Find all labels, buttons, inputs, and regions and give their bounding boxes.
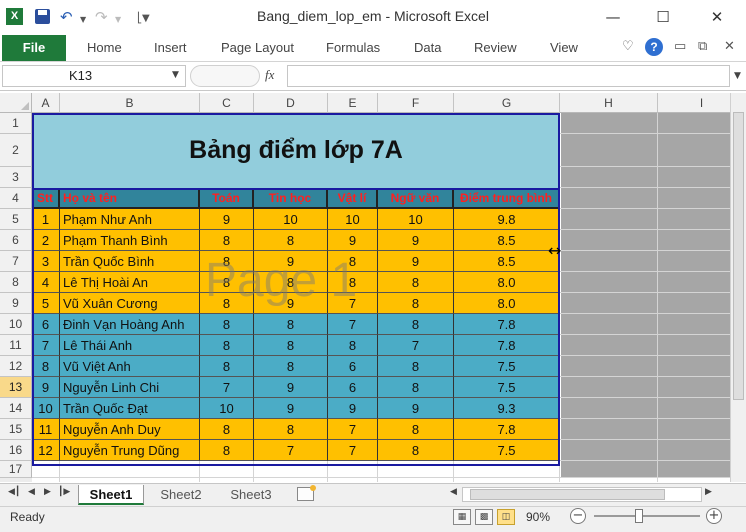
row-header-15[interactable]: 15 (0, 419, 32, 440)
row-header-7[interactable]: 7 (0, 251, 32, 272)
row-header-8[interactable]: 8 (0, 272, 32, 293)
zoom-slider-track[interactable] (594, 515, 700, 517)
tab-data[interactable]: Data (414, 40, 441, 55)
row-header-11[interactable]: 11 (0, 335, 32, 356)
column-header-g[interactable]: G (454, 93, 560, 113)
formula-input[interactable] (287, 65, 730, 87)
name-box[interactable]: K13 (2, 65, 186, 87)
tab-view[interactable]: View (550, 40, 578, 55)
page-layout-view-button[interactable]: ▩ (475, 509, 493, 525)
collapse-ribbon-icon[interactable]: ♡ (622, 39, 634, 54)
page-break-preview-button[interactable]: ◫ (497, 509, 515, 525)
sheet-tab-sheet3[interactable]: Sheet3 (220, 485, 282, 505)
last-sheet-icon[interactable]: ┃▶ (58, 487, 70, 497)
zoom-in-button[interactable]: + (706, 508, 722, 524)
column-header-f[interactable]: F (378, 93, 454, 113)
row-header-10[interactable]: 10 (0, 314, 32, 335)
formula-controls (190, 65, 260, 87)
workbook-restore-icon[interactable]: ⧉ (698, 39, 707, 54)
first-sheet-icon[interactable]: ◀┃ (8, 487, 20, 497)
name-box-dropdown-icon[interactable]: ▼ (172, 70, 179, 80)
row-header-6[interactable]: 6 (0, 230, 32, 251)
row-header-12[interactable]: 12 (0, 356, 32, 377)
row-header-1[interactable]: 1 (0, 113, 32, 134)
outside-print-area (561, 113, 746, 478)
scroll-left-icon[interactable]: ◀ (450, 487, 457, 497)
horizontal-scroll-thumb[interactable] (470, 489, 665, 500)
row-header-16[interactable]: 16 (0, 440, 32, 461)
row-header-13[interactable]: 13 (0, 377, 32, 398)
maximize-icon[interactable]: ☐ (646, 6, 680, 28)
vertical-scroll-thumb[interactable] (733, 112, 744, 400)
tab-review[interactable]: Review (474, 40, 517, 55)
row-header-2[interactable]: 2 (0, 134, 32, 167)
row-header-17[interactable]: 17 (0, 461, 32, 478)
next-sheet-icon[interactable]: ▶ (44, 487, 51, 497)
row-header-14[interactable]: 14 (0, 398, 32, 419)
select-all-button[interactable] (0, 93, 32, 113)
row-header-5[interactable]: 5 (0, 209, 32, 230)
function-icon[interactable]: fx (265, 67, 274, 83)
window-title: Bang_diem_lop_em - Microsoft Excel (257, 8, 489, 24)
zoom-level[interactable]: 90% (526, 510, 550, 524)
gridline-horizontal (32, 477, 746, 478)
row-header-9[interactable]: 9 (0, 293, 32, 314)
tab-home[interactable]: Home (87, 40, 122, 55)
column-header-b[interactable]: B (60, 93, 200, 113)
expand-formula-bar-icon[interactable]: ▼ (731, 66, 744, 86)
column-header-c[interactable]: C (200, 93, 254, 113)
sheet-tab-sheet1[interactable]: Sheet1 (78, 485, 144, 505)
scroll-right-icon[interactable]: ▶ (705, 487, 712, 497)
status-ready: Ready (10, 510, 45, 524)
normal-view-button[interactable]: ▦ (453, 509, 471, 525)
zoom-slider-thumb[interactable] (635, 509, 643, 523)
tab-insert[interactable]: Insert (154, 40, 187, 55)
workbook-minimize-icon[interactable]: ▭ (674, 39, 686, 54)
help-icon[interactable]: ? (645, 38, 663, 56)
tab-page-layout[interactable]: Page Layout (221, 40, 294, 55)
minimize-icon[interactable]: — (596, 6, 630, 28)
excel-window: X ↶ ▼ ↷ ▼ ⎣▼ Bang_diem_lop_em - Microsof… (0, 0, 746, 532)
row-header-4[interactable]: 4 (0, 188, 32, 209)
zoom-out-button[interactable]: − (570, 508, 586, 524)
worksheet-grid[interactable]: ABCDEFGHI 1 2 3 4 5 6 7 8 9 10 11 12 13 14 15 16 17 Bảng… (0, 93, 746, 482)
resize-cursor-icon: ↔ (548, 241, 562, 260)
sheet-tab-sheet2[interactable]: Sheet2 (150, 485, 212, 505)
gridline-vertical (657, 113, 658, 482)
tab-formulas[interactable]: Formulas (326, 40, 380, 55)
prev-sheet-icon[interactable]: ◀ (28, 487, 35, 497)
column-header-a[interactable]: A (32, 93, 60, 113)
new-sheet-icon[interactable] (297, 485, 316, 501)
sheet-title: Bảng điểm lớp 7A (189, 136, 403, 164)
workbook-close-icon[interactable]: ✕ (724, 39, 735, 54)
close-icon[interactable]: ✕ (700, 6, 734, 28)
file-tab[interactable]: File (2, 35, 66, 61)
row-header-3[interactable]: 3 (0, 167, 32, 188)
column-header-h[interactable]: H (560, 93, 658, 113)
column-header-d[interactable]: D (254, 93, 328, 113)
grade-table-border (32, 188, 560, 466)
column-header-e[interactable]: E (328, 93, 378, 113)
